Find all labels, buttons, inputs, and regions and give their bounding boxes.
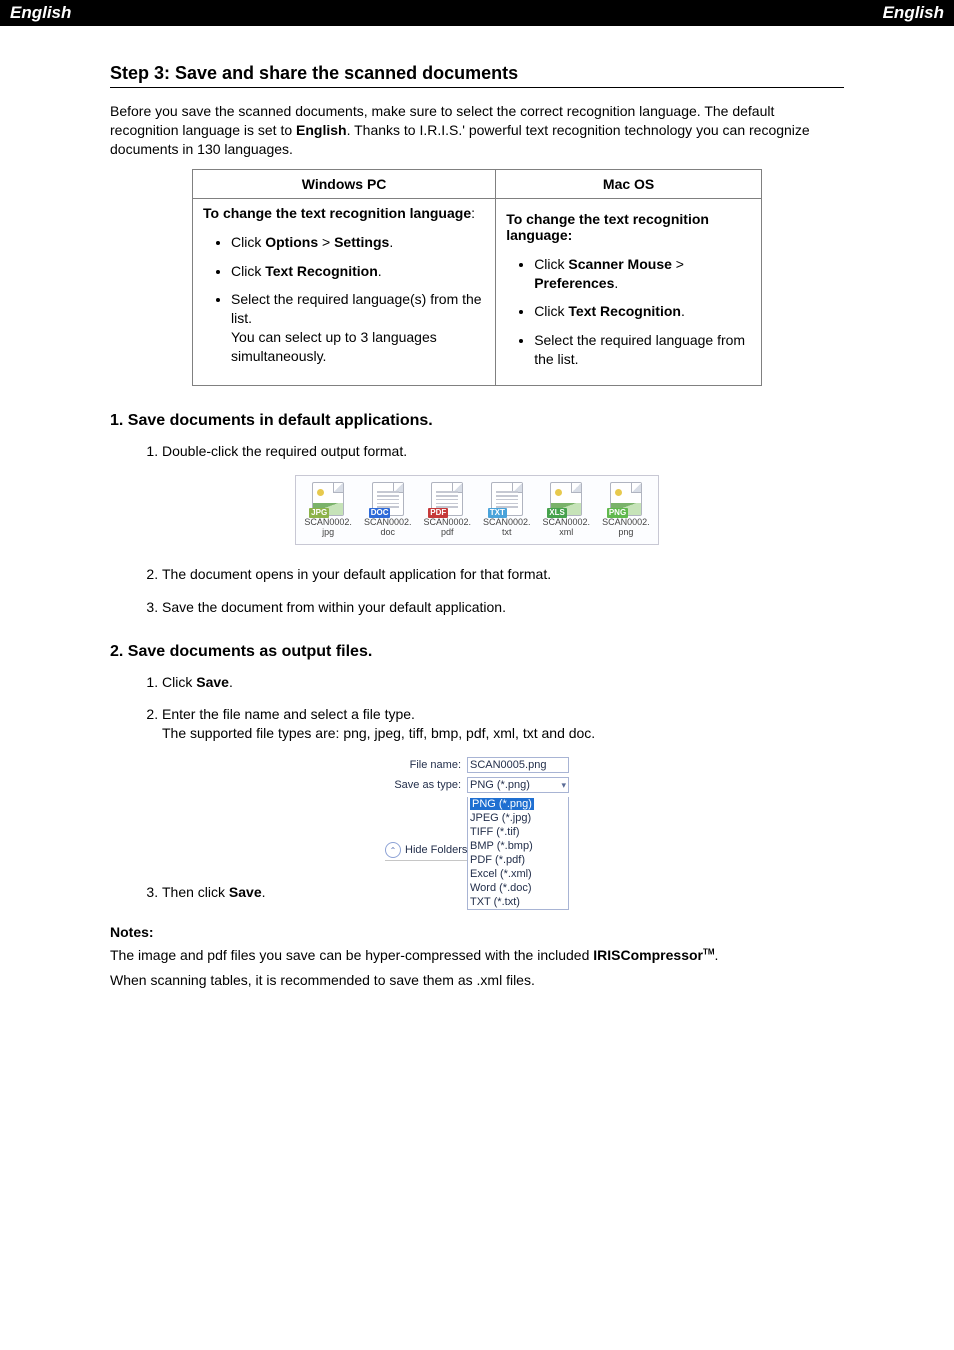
filename-input[interactable]: SCAN0005.png [467,757,569,773]
saveastype-option[interactable]: PNG (*.png) [468,797,568,811]
header-bar: English English [0,0,954,26]
win-step-select: Select the required language(s) from the… [231,290,485,366]
chevron-up-icon[interactable]: ⌃ [385,842,401,858]
saveastype-option[interactable]: TXT (*.txt) [468,895,568,909]
lang-col-win: Windows PC [193,169,496,198]
format-icon-pdf[interactable]: PDFSCAN0002.pdf [423,482,471,538]
win-step-textrec: Click Text Recognition. [231,262,485,281]
hide-folders-button[interactable]: Hide Folders [405,844,467,856]
saveastype-option[interactable]: Excel (*.xml) [468,867,568,881]
sec1-item2: The document opens in your default appli… [162,565,844,584]
filename-label: File name: [385,759,461,771]
language-table: Windows PC Mac OS To change the text rec… [192,169,762,386]
saveastype-options[interactable]: PNG (*.png)JPEG (*.jpg)TIFF (*.tif)BMP (… [468,797,568,909]
saveastype-option[interactable]: Word (*.doc) [468,881,568,895]
lang-mac-cell: To change the text recognition language:… [496,198,762,385]
saveastype-option[interactable]: JPEG (*.jpg) [468,811,568,825]
mac-step-textrec: Click Text Recognition. [534,302,751,321]
notes-p1: The image and pdf files you save can be … [110,946,844,965]
sec1-item1: Double-click the required output format. [162,442,844,461]
section2-heading: 2. Save documents as output files. [110,643,844,661]
lang-win-cell: To change the text recognition language:… [193,198,496,385]
format-icon-doc[interactable]: DOCSCAN0002.doc [364,482,412,538]
sec1-item3: Save the document from within your defau… [162,598,844,617]
format-icon-jpg[interactable]: JPGSCAN0002.jpg [304,482,352,538]
format-strip-figure: JPGSCAN0002.jpgDOCSCAN0002.docPDFSCAN000… [295,475,658,545]
saveastype-dropdown[interactable]: PNG (*.png) ▾ [467,777,569,793]
saveastype-option[interactable]: TIFF (*.tif) [468,825,568,839]
format-icon-txt[interactable]: TXTSCAN0002.txt [483,482,531,538]
chevron-down-icon: ▾ [561,780,566,791]
header-right: English [883,3,944,23]
notes-heading: Notes: [110,924,154,940]
sec2-item1: Click Save. [162,673,844,692]
mac-step-select: Select the required language from the li… [534,331,751,369]
format-icon-xml[interactable]: XLSSCAN0002.xml [543,482,591,538]
format-icon-png[interactable]: PNGSCAN0002.png [602,482,650,538]
notes-p2: When scanning tables, it is recommended … [110,971,844,990]
lang-col-mac: Mac OS [496,169,762,198]
section1-heading: 1. Save documents in default application… [110,412,844,430]
sec2-item2: Enter the file name and select a file ty… [162,705,844,743]
step3-heading: Step 3: Save and share the scanned docum… [110,63,844,88]
mac-step-scannermouse: Click Scanner Mouse > Preferences. [534,255,751,293]
win-step-options: Click Options > Settings. [231,233,485,252]
saveastype-option[interactable]: BMP (*.bmp) [468,839,568,853]
saveastype-label: Save as type: [385,779,461,791]
saveastype-option[interactable]: PDF (*.pdf) [468,853,568,867]
save-dialog-figure: File name: SCAN0005.png Save as type: PN… [385,757,569,863]
intro-paragraph: Before you save the scanned documents, m… [110,102,844,159]
header-left: English [10,3,71,23]
